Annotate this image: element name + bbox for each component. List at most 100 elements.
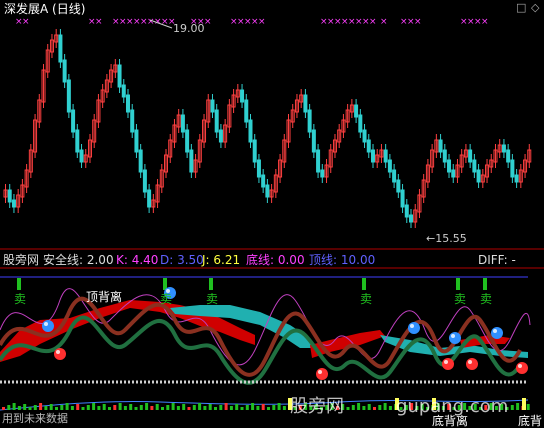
volume-bar — [49, 404, 53, 410]
volume-bar — [245, 405, 249, 410]
signal-ball — [316, 368, 328, 380]
signal-ball — [442, 358, 454, 370]
volume-bar — [23, 404, 27, 410]
volume-bar — [171, 403, 175, 410]
signal-ball — [42, 320, 54, 332]
ball-highlight — [468, 360, 472, 364]
volume-bar — [145, 403, 149, 410]
signal-ball — [54, 348, 66, 360]
volume-bar — [113, 405, 117, 410]
volume-bar — [161, 407, 164, 410]
volume-bar — [28, 407, 32, 410]
watermark-left: 股旁网 — [290, 396, 344, 417]
volume-bar — [277, 403, 281, 410]
volume-bar — [208, 404, 212, 410]
volume-bar — [235, 404, 239, 410]
volume-bar — [261, 404, 265, 410]
volume-bar — [256, 406, 260, 410]
yellow-signal-bar — [522, 398, 526, 410]
volume-bar — [81, 407, 85, 410]
top-divergence-label: 顶背离 — [86, 290, 123, 304]
teal-band-left — [170, 305, 318, 348]
volume-bar — [367, 404, 371, 410]
ball-highlight — [56, 350, 60, 354]
ball-highlight — [444, 360, 448, 364]
volume-bar — [65, 403, 69, 410]
volume-bar — [176, 406, 180, 410]
ball-highlight — [410, 324, 414, 328]
volume-bar — [510, 405, 514, 410]
volume-bar — [60, 405, 64, 410]
volume-bar — [214, 407, 217, 410]
volume-bar — [526, 404, 530, 410]
volume-bar — [2, 407, 5, 410]
volume-bar — [388, 406, 392, 410]
volume-bar — [12, 403, 16, 410]
volume-bar — [351, 405, 355, 410]
ball-highlight — [493, 329, 497, 333]
ball-highlight — [44, 322, 48, 326]
sell-bar — [362, 278, 366, 290]
ball-highlight — [451, 334, 455, 338]
volume-bar — [378, 405, 382, 410]
volume-bar — [182, 404, 186, 410]
volume-bar — [76, 404, 80, 410]
volume-bar — [44, 406, 48, 410]
footer-note: 用到未来数据 — [2, 412, 68, 425]
volume-bar — [357, 403, 361, 410]
volume-bar — [198, 403, 202, 410]
sell-label-1: 卖 — [14, 292, 27, 306]
volume-bar — [33, 405, 37, 410]
sell-label-5: 卖 — [454, 292, 467, 306]
volume-bar — [129, 404, 133, 410]
volume-bar — [86, 405, 90, 410]
volume-bar — [55, 407, 58, 410]
volume-bar — [97, 406, 101, 410]
sell-label-3: 卖 — [206, 292, 219, 306]
sell-bar — [456, 278, 460, 290]
volume-bar — [219, 405, 223, 410]
watermark-right: gupang.com — [396, 396, 509, 417]
volume-bar — [192, 405, 196, 410]
volume-bar — [150, 406, 154, 410]
volume-bar — [7, 405, 11, 410]
sell-bar — [17, 278, 21, 290]
indicator-panel — [0, 267, 544, 411]
sell-label-6: 卖 — [480, 292, 493, 306]
ball-highlight — [318, 370, 322, 374]
sell-bar — [483, 278, 487, 290]
sell-label-4: 卖 — [360, 292, 373, 306]
volume-bar — [516, 403, 520, 410]
volume-bar — [139, 405, 143, 410]
volume-bar — [102, 404, 106, 410]
bottom-divergence-partial: 底背 — [518, 414, 543, 428]
sell-label-2: 卖 — [160, 292, 173, 306]
ball-highlight — [518, 364, 522, 368]
volume-bar — [92, 403, 96, 410]
volume-bar — [118, 403, 122, 410]
volume-bar — [373, 407, 376, 410]
volume-bar — [166, 405, 170, 410]
volume-bar — [134, 407, 138, 410]
volume-bar — [383, 403, 387, 410]
volume-bar — [224, 403, 228, 410]
signal-ball — [408, 322, 420, 334]
volume-bar — [240, 407, 244, 410]
sell-bar — [209, 278, 213, 290]
volume-bar — [70, 406, 74, 410]
volume-bar — [155, 404, 159, 410]
volume-bar — [123, 406, 127, 410]
volume-bar — [17, 406, 21, 410]
volume-bar — [362, 406, 366, 410]
volume-bar — [39, 403, 43, 410]
volume-bar — [203, 406, 207, 410]
volume-bar — [108, 407, 111, 410]
volume-bar — [282, 406, 286, 410]
volume-bar — [251, 403, 255, 410]
sell-signal-bars — [17, 278, 487, 290]
volume-bar — [229, 406, 233, 410]
signal-ball — [466, 358, 478, 370]
volume-bar — [346, 407, 350, 410]
signal-ball — [491, 327, 503, 339]
volume-bar — [267, 407, 270, 410]
